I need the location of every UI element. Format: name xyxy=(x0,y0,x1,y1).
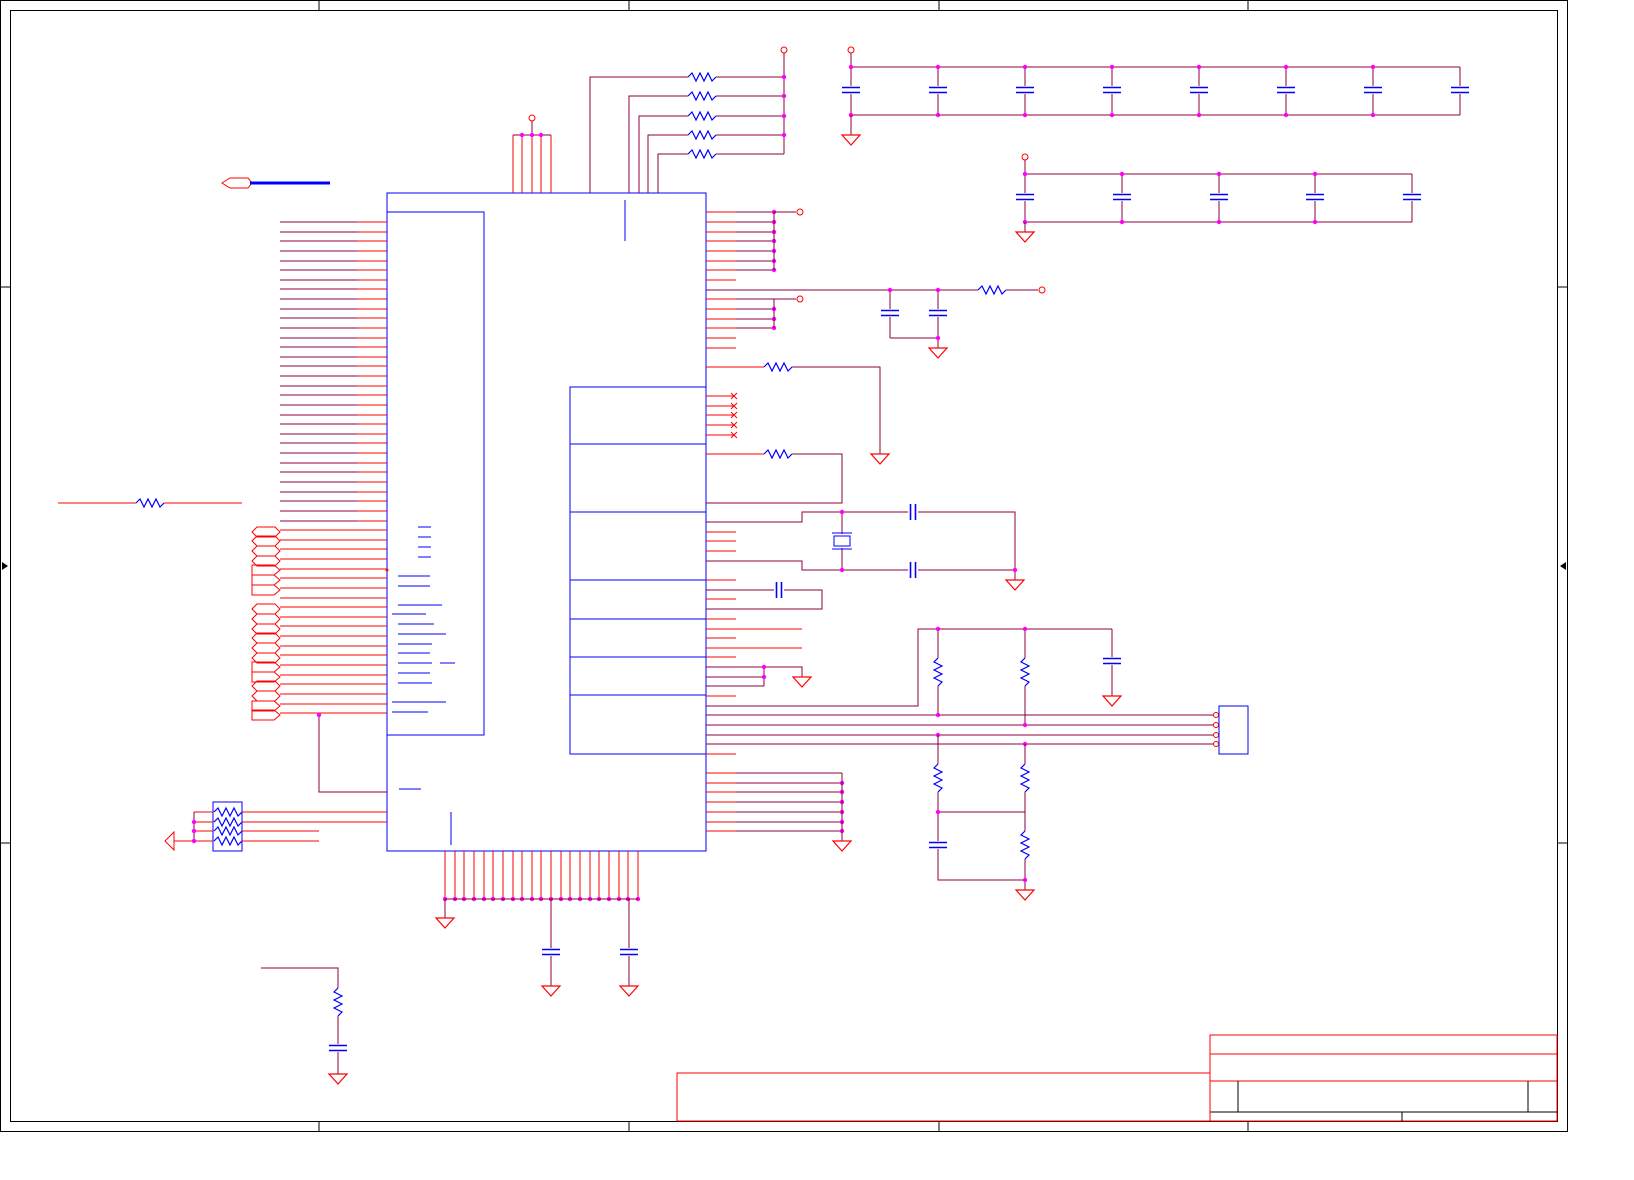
title-block xyxy=(676,1034,1558,1122)
main-ic xyxy=(386,192,707,852)
schematic-canvas xyxy=(0,0,1568,1132)
center-arrow-right-icon xyxy=(1560,562,1566,570)
ic-left-pins xyxy=(280,221,387,714)
decoupling-bank-middle xyxy=(1015,153,1422,243)
schematic-sheet xyxy=(0,0,1568,1132)
off-sheet-ports xyxy=(251,526,389,721)
center-arrow-left-icon xyxy=(2,562,8,570)
sheet-border xyxy=(0,0,1568,1132)
bottom-left-rc xyxy=(261,967,348,1085)
left-series-resistor xyxy=(58,498,242,508)
ic-top-pins xyxy=(512,46,788,193)
decoupling-bank-top xyxy=(841,46,1470,146)
pin-to-rnet-wire xyxy=(316,712,387,793)
ic-internal-marks xyxy=(392,526,455,713)
resistor-network xyxy=(164,801,387,852)
connector xyxy=(1213,705,1249,755)
left-pin-wires xyxy=(280,221,357,522)
right-side-circuits xyxy=(706,208,1214,901)
ic-bottom-pins xyxy=(435,851,641,997)
net-label-bus xyxy=(221,177,330,189)
